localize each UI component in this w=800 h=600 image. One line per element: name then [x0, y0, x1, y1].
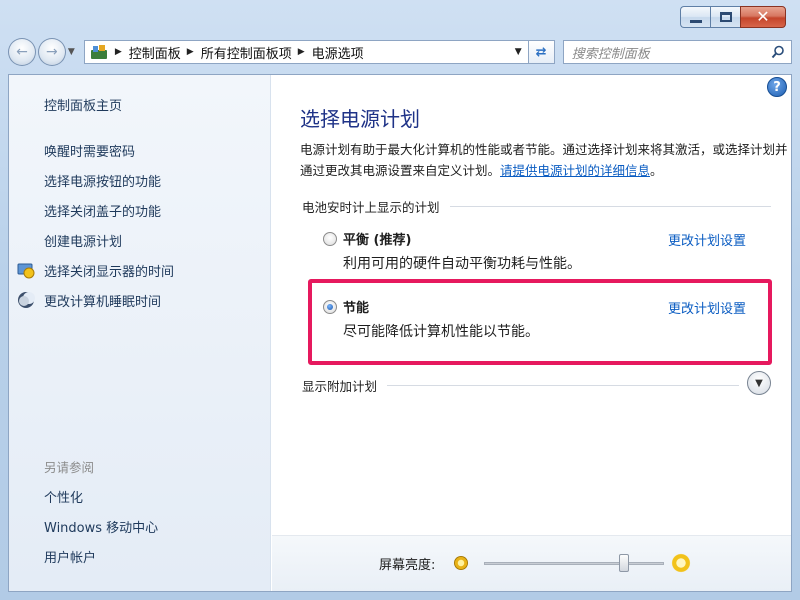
- plan-balanced-settings-link[interactable]: 更改计划设置: [668, 230, 746, 249]
- brightness-high-icon: [670, 552, 692, 574]
- caption-buttons: ✕: [680, 6, 786, 28]
- sidebar-item-mobility-center[interactable]: Windows 移动中心: [44, 517, 158, 536]
- main-panel: ? 选择电源计划 电源计划有助于最大化计算机的性能或者节能。通过选择计划来将其激…: [272, 75, 791, 591]
- sidebar-item-create-plan[interactable]: 创建电源计划: [44, 231, 122, 250]
- search-placeholder: 搜索控制面板: [571, 46, 650, 62]
- chevron-right-icon[interactable]: ▶: [298, 47, 305, 57]
- moon-icon: [17, 291, 35, 309]
- brightness-slider-thumb[interactable]: [619, 554, 630, 572]
- help-icon: ?: [773, 79, 781, 95]
- plan-power-saver-description: 尽可能降低计算机性能以节能。: [343, 324, 539, 340]
- help-button[interactable]: ?: [767, 77, 787, 97]
- sidebar-item-lid-close[interactable]: 选择关闭盖子的功能: [44, 201, 161, 220]
- see-also-heading: 另请参阅: [44, 460, 95, 475]
- plan-balanced-name[interactable]: 平衡 (推荐): [343, 229, 411, 248]
- close-button[interactable]: ✕: [740, 6, 786, 28]
- plan-power-saver-settings-link[interactable]: 更改计划设置: [668, 298, 746, 317]
- show-more-divider: [387, 385, 739, 386]
- address-bar[interactable]: ▶ 控制面板 ▶ 所有控制面板项 ▶ 电源选项 ▼: [83, 40, 529, 64]
- sidebar-item-power-button[interactable]: 选择电源按钮的功能: [44, 171, 161, 190]
- sidebar-item-personalize[interactable]: 个性化: [44, 487, 83, 506]
- control-panel-icon: [89, 44, 109, 60]
- maximize-icon: [719, 12, 732, 22]
- plan-power-saver-name[interactable]: 节能: [343, 297, 369, 316]
- close-icon: ✕: [756, 7, 770, 26]
- description-end: 。: [650, 163, 663, 178]
- chevron-down-icon: ▼: [755, 377, 763, 389]
- back-arrow-icon: ←: [16, 44, 28, 60]
- navigation-bar: ← → ▼ ▶ 控制面板 ▶ 所有控制面板项 ▶ 电源选项 ▼ ⇄ 搜索控制面板: [8, 36, 793, 68]
- content-area: 控制面板主页 唤醒时需要密码 选择电源按钮的功能 选择关闭盖子的功能 创建电源计…: [8, 74, 792, 592]
- page-title: 选择电源计划: [300, 107, 420, 131]
- brightness-label: 屏幕亮度:: [379, 558, 436, 573]
- sidebar-item-sleep-time[interactable]: 更改计算机睡眠时间: [44, 291, 161, 310]
- breadcrumb-power-options[interactable]: 电源选项: [312, 43, 364, 62]
- chevron-right-icon[interactable]: ▶: [187, 47, 194, 57]
- group-divider: [449, 206, 771, 207]
- address-dropdown-icon[interactable]: ▼: [515, 47, 522, 57]
- sidebar: 控制面板主页 唤醒时需要密码 选择电源按钮的功能 选择关闭盖子的功能 创建电源计…: [9, 75, 271, 591]
- plan-balanced-radio[interactable]: [323, 232, 337, 246]
- monitor-icon: [17, 261, 35, 279]
- maximize-button[interactable]: [710, 6, 740, 28]
- search-input[interactable]: 搜索控制面板: [562, 40, 793, 64]
- plan-balanced-description: 利用可用的硬件自动平衡功耗与性能。: [343, 256, 581, 272]
- back-button[interactable]: ←: [8, 38, 36, 66]
- recent-pages-dropdown[interactable]: ▼: [68, 47, 80, 57]
- search-icon: [771, 45, 784, 59]
- breadcrumb-control-panel[interactable]: 控制面板: [129, 43, 181, 62]
- plans-group-label: 电池安时计上显示的计划: [302, 200, 440, 215]
- window-frame: ✕ ← → ▼ ▶ 控制面板 ▶ 所有控制面板项 ▶ 电源选项 ▼ ⇄ 搜索控制…: [0, 0, 800, 600]
- expand-plans-button[interactable]: ▼: [747, 371, 771, 395]
- plan-power-saver-radio[interactable]: [323, 300, 337, 314]
- breadcrumb-all-items[interactable]: 所有控制面板项: [201, 43, 292, 62]
- refresh-icon: ⇄: [535, 44, 547, 60]
- brightness-low-icon: [454, 556, 468, 570]
- minimize-button[interactable]: [680, 6, 710, 28]
- sidebar-item-user-accounts[interactable]: 用户帐户: [44, 547, 96, 566]
- forward-arrow-icon: →: [46, 44, 58, 60]
- show-more-plans-label[interactable]: 显示附加计划: [302, 376, 377, 395]
- breadcrumb: ▶ 控制面板 ▶ 所有控制面板项 ▶ 电源选项: [109, 43, 364, 62]
- chevron-right-icon: ▶: [114, 47, 122, 57]
- brightness-slider[interactable]: [484, 562, 664, 565]
- footer-bar: 屏幕亮度:: [272, 535, 791, 591]
- sidebar-item-display-off[interactable]: 选择关闭显示器的时间: [44, 261, 174, 280]
- forward-button[interactable]: →: [37, 38, 66, 66]
- page-description: 电源计划有助于最大化计算机的性能或者节能。通过选择计划来将其激活，或选择计划并通…: [300, 139, 790, 181]
- plans-group-header: 电池安时计上显示的计划: [302, 197, 771, 216]
- refresh-button[interactable]: ⇄: [528, 40, 555, 64]
- minimize-icon: [689, 19, 702, 23]
- plan-details-link[interactable]: 请提供电源计划的详细信息: [500, 163, 650, 178]
- sidebar-home-link[interactable]: 控制面板主页: [44, 95, 122, 114]
- sidebar-item-wake-password[interactable]: 唤醒时需要密码: [44, 141, 135, 160]
- show-more-plans-header[interactable]: 显示附加计划: [302, 376, 739, 395]
